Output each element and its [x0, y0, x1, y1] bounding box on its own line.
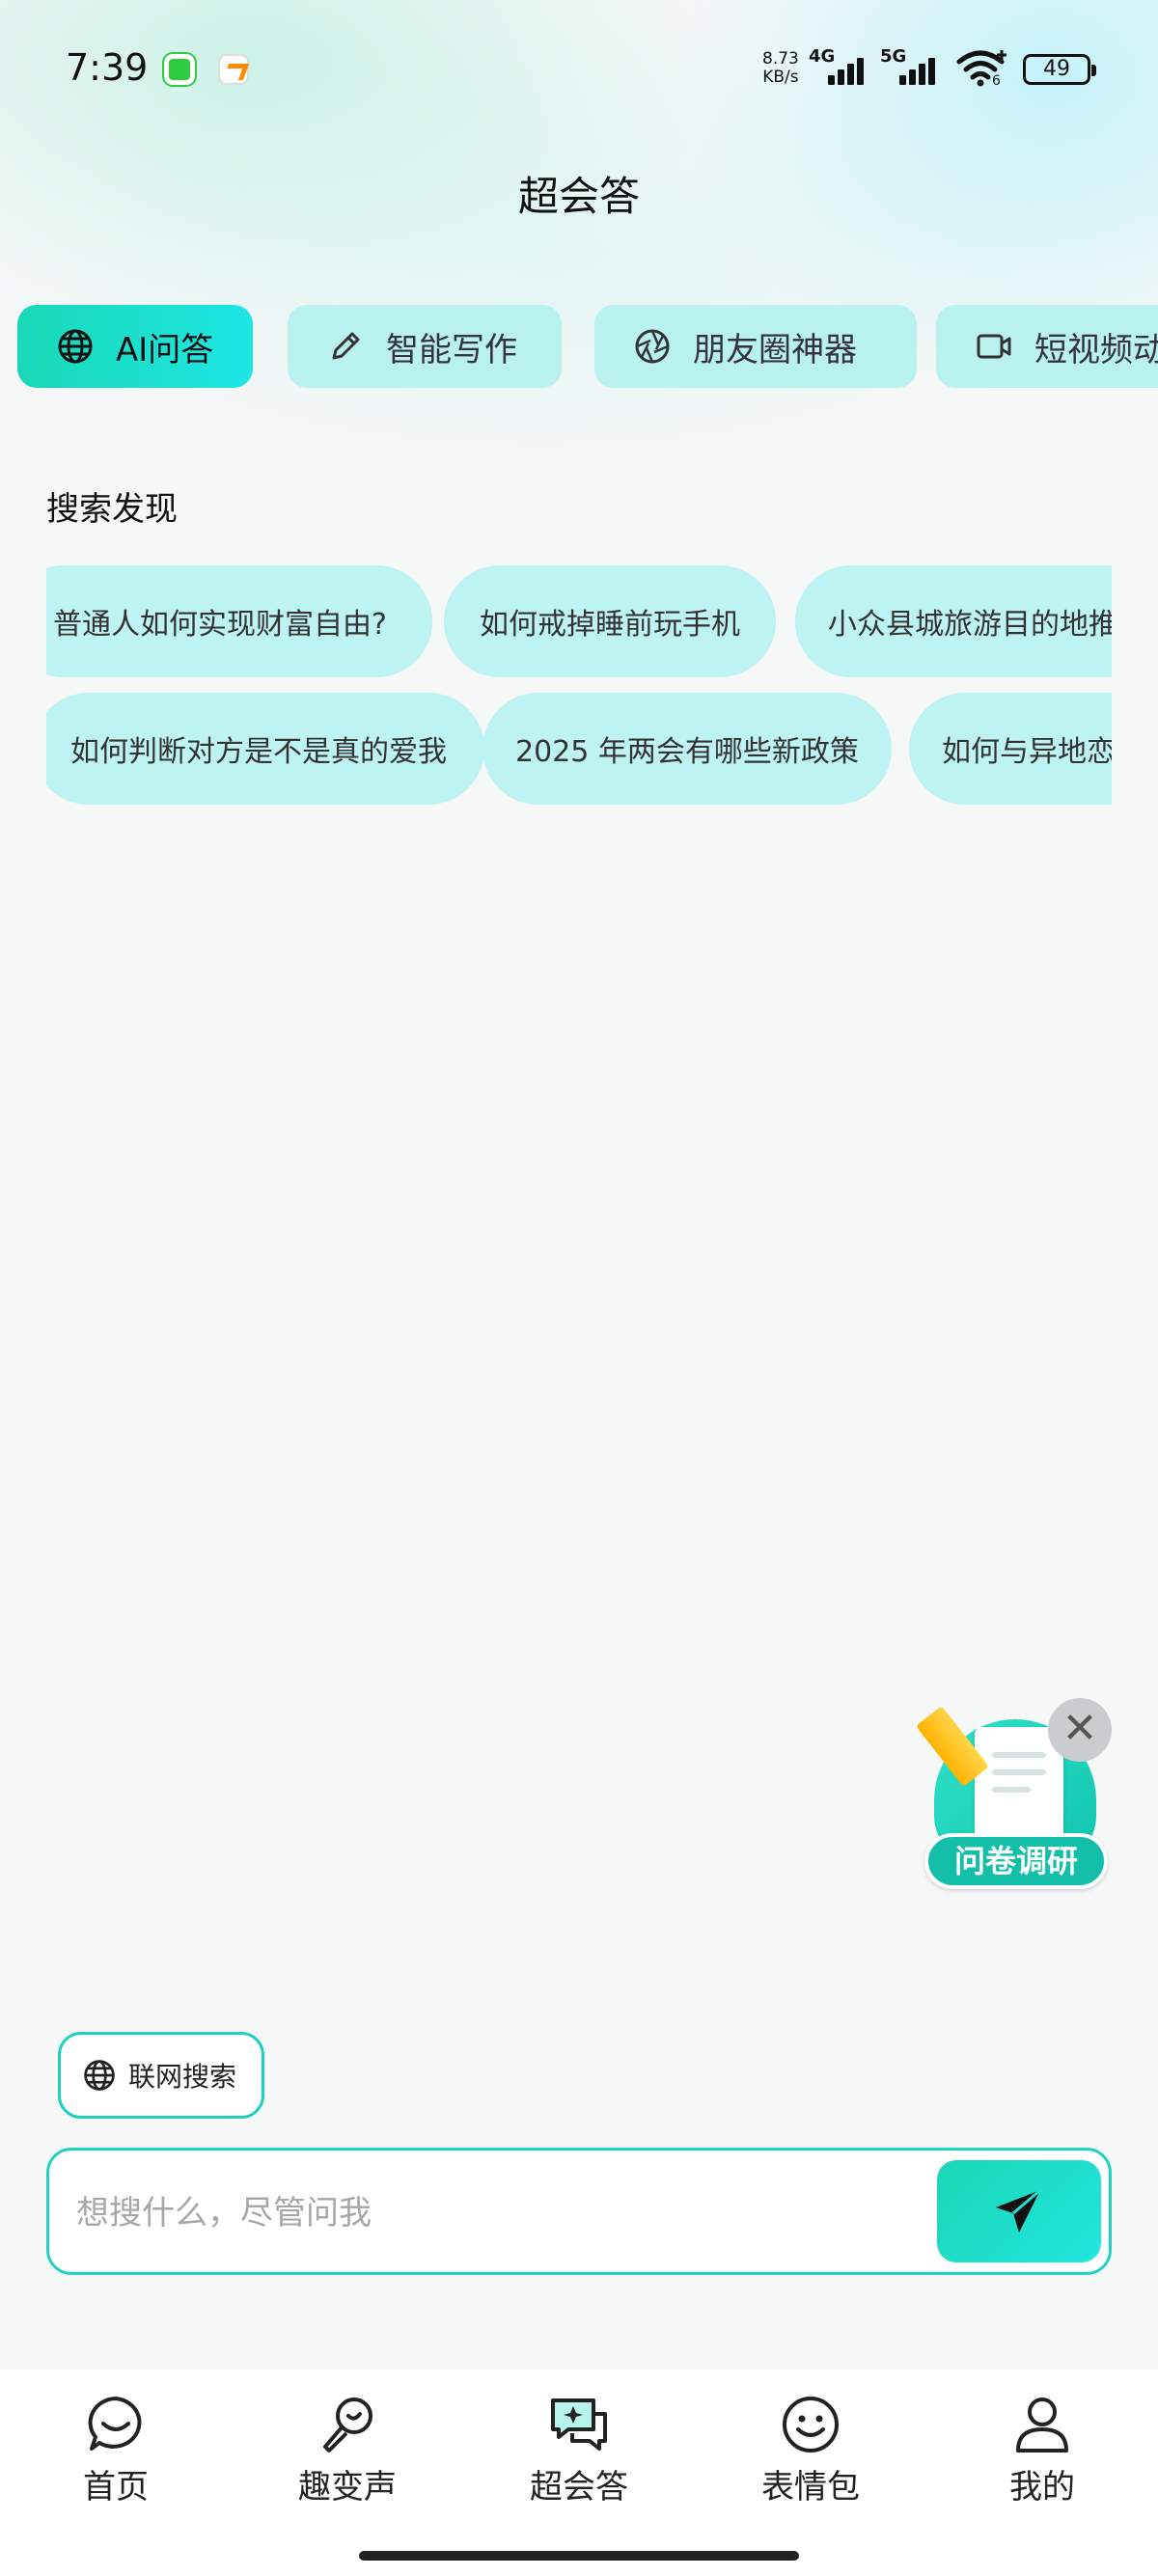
web-search-toggle[interactable]: 联网搜索: [58, 2032, 264, 2119]
discover-row-2: 如何判断对方是不是真的爱我 2025 年两会有哪些新政策 如何与异地恋: [46, 693, 1112, 805]
sparkle-chat-icon: [551, 2398, 607, 2451]
survey-label: 问卷调研: [924, 1833, 1108, 1889]
page-title: 超会答: [517, 173, 640, 220]
battery-icon: 49: [1023, 54, 1096, 85]
search-bar: [46, 2148, 1112, 2275]
survey-paper-icon: [975, 1727, 1063, 1841]
nav-profile[interactable]: 我的: [955, 2393, 1129, 2518]
message-app-icon: [164, 54, 195, 85]
send-icon: [996, 2188, 1041, 2233]
user-icon: [1016, 2398, 1068, 2453]
search-input[interactable]: [76, 2179, 945, 2247]
microphone-icon: [323, 2398, 372, 2453]
globe-icon: [58, 329, 93, 364]
discover-chip[interactable]: 小众县城旅游目的地推: [795, 565, 1112, 677]
discover-chip[interactable]: 普通人如何实现财富自由?: [46, 565, 432, 677]
nav-label: 趣变声: [298, 2468, 397, 2507]
pencil-icon: [332, 332, 360, 360]
send-button[interactable]: [937, 2160, 1101, 2262]
tab-label: AI问答: [116, 330, 214, 370]
survey-float-button[interactable]: ✕ 问卷调研: [915, 1698, 1119, 1891]
nav-label: 首页: [83, 2468, 149, 2507]
status-time: 7:39: [66, 46, 149, 89]
discover-chip[interactable]: 如何判断对方是不是真的爱我: [46, 693, 484, 805]
tab-smart-writing[interactable]: 智能写作: [288, 305, 562, 388]
nav-super-answer[interactable]: 超会答: [492, 2393, 666, 2518]
discover-chip[interactable]: 如何与异地恋: [909, 693, 1112, 805]
globe-icon: [84, 2060, 115, 2091]
discover-chip[interactable]: 如何戒掉睡前玩手机: [444, 565, 776, 677]
web-search-label: 联网搜索: [128, 2061, 237, 2093]
discover-row-1: 普通人如何实现财富自由? 如何戒掉睡前玩手机 小众县城旅游目的地推: [46, 565, 1112, 677]
network-speed-unit: KB/s: [762, 68, 799, 87]
tab-label: 朋友圈神器: [693, 330, 857, 370]
status-bar: 7:39 8.73 KB/s 4G 5G 6 49: [0, 0, 1158, 135]
wifi-sub-label: 6: [992, 73, 1001, 89]
aperture-icon: [635, 329, 670, 364]
home-indicator[interactable]: [359, 2551, 799, 2561]
nav-label: 我的: [1009, 2468, 1075, 2507]
app-notification-icon: [218, 54, 249, 85]
tab-label: 智能写作: [386, 330, 517, 370]
signal-1-icon: [828, 56, 872, 85]
nav-home[interactable]: 首页: [29, 2393, 203, 2518]
nav-label: 表情包: [761, 2468, 860, 2507]
nav-stickers[interactable]: 表情包: [724, 2393, 897, 2518]
battery-level: 49: [1043, 57, 1070, 81]
tab-short-video[interactable]: 短视频动: [936, 305, 1158, 388]
tab-moments-tool[interactable]: 朋友圈神器: [594, 305, 917, 388]
smile-chat-icon: [88, 2397, 142, 2451]
emoji-icon: [783, 2397, 839, 2453]
tab-ai-qa[interactable]: AI问答: [17, 305, 253, 388]
tab-label: 短视频动: [1034, 330, 1158, 370]
category-tabs: AI问答 智能写作 朋友圈神器 短视频动: [17, 305, 1158, 388]
discover-chip[interactable]: 2025 年两会有哪些新政策: [482, 693, 892, 805]
wifi-icon: [956, 50, 1006, 87]
discover-title: 搜索发现: [46, 490, 178, 529]
nav-voice-changer[interactable]: 趣变声: [261, 2393, 434, 2518]
nav-label: 超会答: [530, 2468, 628, 2507]
network-speed-value: 8.73: [762, 49, 799, 69]
video-icon: [977, 334, 1011, 359]
network-speed: 8.73 KB/s: [762, 50, 799, 87]
bottom-nav: 首页 趣变声 超会答 表情包 我的: [0, 2370, 1158, 2576]
close-icon[interactable]: ✕: [1048, 1698, 1112, 1762]
signal-2-icon: [899, 56, 944, 85]
